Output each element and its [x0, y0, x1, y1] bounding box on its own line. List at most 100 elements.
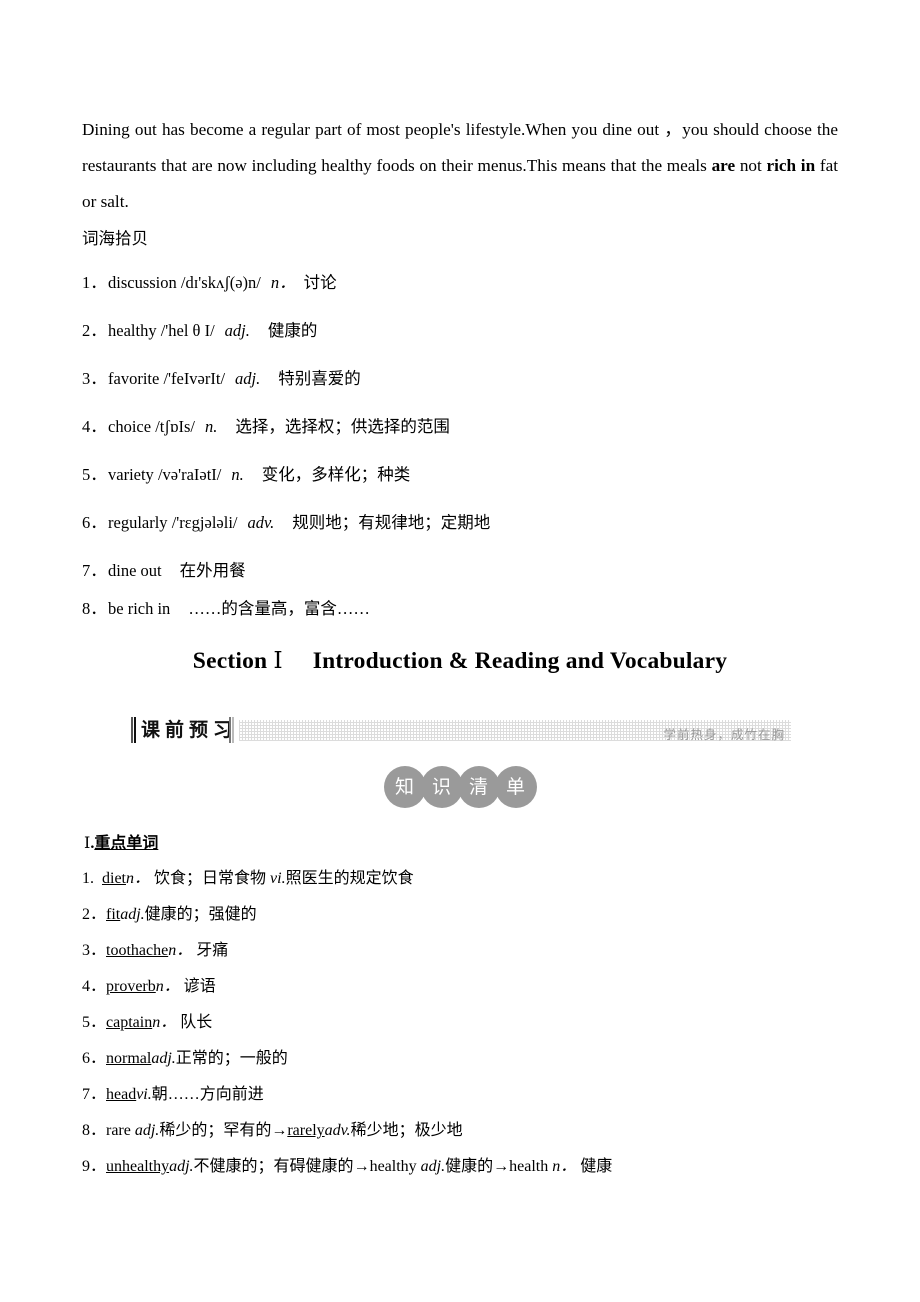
vocab-number: 6． [82, 513, 107, 532]
vocab-word: regularly [108, 513, 168, 532]
keywords-heading-label: 重点单词 [94, 835, 159, 852]
vocab-pos: n. [204, 417, 218, 436]
keyword-meaning: 正常的；一般的 [175, 1050, 288, 1067]
vocab-item: 4．choice /tʃɒIs/n. 选择，选择权；供选择的范围 [82, 412, 842, 460]
keyword-number: 4． [82, 978, 107, 995]
keyword-pos: adj. [169, 1158, 194, 1175]
vocab-item: 1．discussion /dɪ'skʌʃ(ə)n/n． 讨论 [82, 268, 842, 316]
knowledge-list-badges: 知识清单 [0, 766, 920, 810]
keyword-number: 5． [82, 1014, 107, 1031]
keyword-derived-pos-2: n． [552, 1158, 577, 1175]
keyword-word: proverb [106, 978, 156, 995]
keyword-derived-meaning: 健康的 [445, 1158, 494, 1175]
vocab-pos: adj. [235, 369, 261, 388]
vocab-word: choice [108, 417, 152, 436]
keyword-number: 3． [82, 942, 107, 959]
banner-dotted-strip: 学前热身，成竹在胸 [239, 720, 791, 742]
keywords-list: 1. dietn． 饮食；日常食物 vi.照医生的规定饮食 2．fitadj.健康… [82, 866, 872, 1190]
keyword-pos: n． [152, 1014, 177, 1031]
banner-label: 课前预习 [141, 719, 238, 741]
vocab-word: be rich in [108, 599, 171, 618]
keyword-word: rare [106, 1122, 135, 1139]
vocab-item: 6．regularly /'rɛgjələli/adv. 规则地；有规律地；定期地 [82, 508, 842, 556]
vocab-word: favorite [108, 369, 160, 388]
keyword-meaning: 健康的；强健的 [144, 906, 257, 923]
keyword-meaning: 队长 [176, 1014, 213, 1031]
vocab-pos: adv. [247, 513, 275, 532]
keyword-word: fit [106, 906, 121, 923]
badge-circle: 清 [457, 766, 500, 808]
banner-motto: 学前热身，成竹在胸 [663, 727, 785, 742]
vocab-pos: adj. [224, 321, 250, 340]
document-page: Dining out has become a regular part of … [0, 0, 920, 1302]
vocab-number: 2． [82, 321, 107, 340]
badge-circle: 识 [420, 766, 463, 808]
vocab-ipa: /'rɛgjələli/ [171, 513, 238, 532]
section-heading: Section Ⅰ Introduction & Reading and Vocab… [0, 646, 920, 675]
vocab-meaning: 选择，选择权；供选择的范围 [235, 417, 450, 436]
keyword-number: 6． [82, 1050, 107, 1067]
vocab-meaning: 变化，多样化；种类 [261, 465, 411, 484]
keyword-meaning: 朝……方向前进 [151, 1086, 264, 1103]
intro-bold-rich-in: rich in [766, 156, 816, 175]
arrow-icon: → [353, 1158, 370, 1175]
keyword-derived-meaning-2: 健康 [576, 1158, 613, 1175]
vocab-item: 7．dine out 在外用餐 [82, 556, 842, 594]
vocab-meaning: 规则地；有规律地；定期地 [292, 513, 491, 532]
vocab-item: 3．favorite /'feIvərIt/adj. 特别喜爱的 [82, 364, 842, 412]
keyword-item: 4．proverbn． 谚语 [82, 974, 872, 1010]
vocab-word: healthy [108, 321, 157, 340]
banner-left-bars-icon [131, 717, 137, 743]
keyword-word: normal [106, 1050, 152, 1067]
intro-text-mid: not [735, 156, 767, 175]
keyword-number: 9． [82, 1158, 107, 1175]
keyword-item: 8．rare adj.稀少的；罕有的→rarelyadv.稀少地；极少地 [82, 1118, 872, 1154]
vocab-number: 8． [82, 599, 107, 618]
keyword-number: 7． [82, 1086, 107, 1103]
keyword-pos: adj. [120, 906, 145, 923]
vocab-number: 3． [82, 369, 107, 388]
vocab-item: 2．healthy /'hel θ I/adj. 健康的 [82, 316, 842, 364]
vocab-number: 5． [82, 465, 107, 484]
banner-right-bars-icon [229, 717, 235, 743]
keyword-derived-word: healthy [369, 1158, 421, 1175]
keyword-number: 8． [82, 1122, 107, 1139]
vocab-ipa: /'hel θ I/ [160, 321, 215, 340]
keyword-pos: adj. [134, 1122, 160, 1139]
badge-circle: 知 [383, 766, 426, 808]
keyword-meaning: 稀少的；罕有的 [159, 1122, 272, 1139]
vocab-ipa: /və'raIətI/ [157, 465, 222, 484]
keyword-word: unhealthy [106, 1158, 170, 1175]
keyword-item: 2．fitadj.健康的；强健的 [82, 902, 872, 938]
vocab-meaning: 特别喜爱的 [278, 369, 361, 388]
vocab-item: 8．be rich in ……的含量高，富含…… [82, 594, 842, 632]
keyword-item: 7．headvi.朝……方向前进 [82, 1082, 872, 1118]
section-label: Section [192, 648, 268, 674]
vocab-ipa: /'feIvərIt/ [163, 369, 226, 388]
keyword-item: 1. dietn． 饮食；日常食物 vi.照医生的规定饮食 [82, 866, 872, 902]
keyword-word: captain [106, 1014, 153, 1031]
keyword-pos: n． [155, 978, 180, 995]
keyword-pos: adj. [151, 1050, 176, 1067]
vocab-meaning: 在外用餐 [179, 561, 246, 580]
keyword-meaning: 不健康的；有碍健康的 [193, 1158, 354, 1175]
intro-bold-are: are [711, 156, 736, 175]
keyword-word: diet [102, 870, 126, 887]
vocab-pos: n． [270, 273, 296, 292]
keyword-meaning-2: 照医生的规定饮食 [285, 870, 414, 887]
vocab-ipa: /dɪ'skʌʃ(ə)n/ [180, 273, 261, 292]
keyword-pos-2: vi. [270, 870, 286, 887]
keyword-number: 2． [82, 906, 107, 923]
keyword-item: 3．toothachen． 牙痛 [82, 938, 872, 974]
section-title: Introduction & Reading and Vocabulary [312, 648, 728, 674]
vocab-word: variety [108, 465, 154, 484]
keyword-item: 5．captainn． 队长 [82, 1010, 872, 1046]
keyword-meaning: 谚语 [179, 978, 216, 995]
cihai-heading: 词海拾贝 [82, 229, 148, 248]
keyword-word: toothache [106, 942, 169, 959]
vocab-number: 1． [82, 273, 107, 292]
keyword-item: 6．normaladj.正常的；一般的 [82, 1046, 872, 1082]
keyword-number: 1. [82, 870, 94, 887]
section-roman-numeral: Ⅰ [273, 648, 283, 674]
vocab-number: 4． [82, 417, 107, 436]
